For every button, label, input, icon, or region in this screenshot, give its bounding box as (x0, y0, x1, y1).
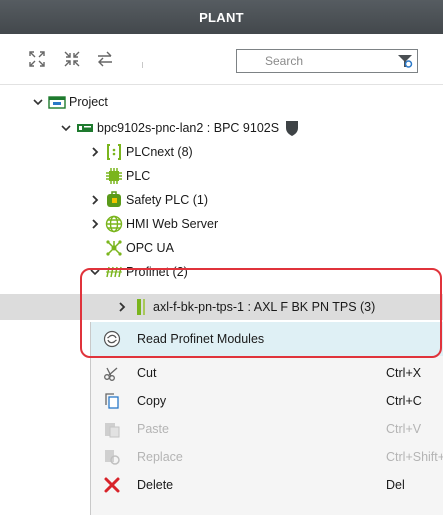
network-node-icon (106, 240, 122, 256)
plant-panel-header: PLANT (0, 0, 443, 34)
scissors-icon (104, 367, 118, 381)
bus-coupler-icon (137, 299, 145, 315)
tree-label: Safety PLC (1) (126, 193, 208, 207)
plc-chip-icon (106, 168, 122, 184)
controller-device-icon (77, 124, 93, 132)
chevron-down-icon[interactable] (60, 122, 72, 134)
menu-item-paste[interactable]: Paste Ctrl+V (91, 415, 443, 443)
search-input[interactable]: Search (236, 49, 418, 73)
menu-item-label: Cut (137, 366, 157, 380)
chevron-down-icon[interactable] (32, 96, 44, 108)
menu-item-label: Delete (137, 478, 174, 492)
tree-item-profinet[interactable]: Profinet (2) (89, 262, 188, 282)
paste-icon (105, 423, 120, 438)
menu-item-copy[interactable]: Copy Ctrl+C (91, 387, 443, 415)
globe-icon (105, 215, 123, 233)
tree-toolbar: Search (0, 34, 443, 85)
tree-label: PLC (126, 169, 151, 183)
menu-item-shortcut: Ctrl+C (386, 394, 422, 408)
sync-icon[interactable] (96, 50, 114, 68)
chevron-right-icon[interactable] (116, 301, 128, 313)
menu-item-delete[interactable]: Delete Del (91, 471, 443, 499)
read-profinet-icon (103, 330, 121, 348)
delete-icon (104, 477, 120, 493)
collapse-all-icon[interactable] (63, 50, 81, 68)
menu-item-shortcut: Ctrl+V (386, 422, 422, 436)
tree-label: bpc9102s-pnc-lan2 : BPC 9102S (97, 121, 280, 135)
menu-item-shortcut: Ctrl+Shift+R (386, 450, 443, 464)
replace-icon (105, 450, 120, 465)
plcnext-icon (107, 144, 121, 160)
tree-item-hmi-web-server[interactable]: HMI Web Server (89, 214, 218, 234)
tree-item-plc[interactable]: PLC (105, 166, 150, 186)
shield-icon (286, 121, 299, 136)
panel-title: PLANT (199, 9, 244, 25)
menu-item-replace[interactable]: Replace Ctrl+Shift+R (91, 443, 443, 471)
tree-label: Project (69, 95, 108, 109)
menu-item-read-profinet-modules[interactable]: Read Profinet Modules (91, 322, 443, 356)
toolbar-dropdown-marker[interactable] (142, 62, 147, 68)
search-placeholder: Search (265, 54, 304, 68)
tree-label: OPC UA (126, 241, 174, 255)
tree-item-opc-ua[interactable]: OPC UA (105, 238, 174, 258)
menu-item-shortcut: Ctrl+X (386, 366, 422, 380)
menu-item-shortcut: Del (386, 478, 405, 492)
chevron-right-icon[interactable] (89, 218, 101, 230)
tree-item-axl-f-bk[interactable]: axl-f-bk-pn-tps-1 : AXL F BK PN TPS (3) (116, 297, 375, 317)
menu-item-label: Copy (137, 394, 167, 408)
menu-item-cut[interactable]: Cut Ctrl+X (91, 359, 443, 387)
expand-all-icon[interactable] (28, 50, 46, 68)
chevron-right-icon[interactable] (89, 194, 101, 206)
menu-item-label: Replace (137, 450, 183, 464)
project-folder-icon (48, 96, 66, 109)
chevron-right-icon[interactable] (89, 146, 101, 158)
tree-item-plcnext[interactable]: PLCnext (8) (89, 142, 193, 162)
tree-item-project[interactable]: Project (32, 92, 108, 112)
safety-plc-icon (107, 191, 121, 207)
profinet-icon (106, 266, 122, 278)
filter-icon[interactable] (397, 53, 413, 69)
tree-item-device[interactable]: bpc9102s-pnc-lan2 : BPC 9102S (60, 118, 299, 138)
tree-label: HMI Web Server (126, 217, 219, 231)
chevron-down-icon[interactable] (89, 266, 101, 278)
copy-icon (105, 393, 119, 409)
tree-label: axl-f-bk-pn-tps-1 : AXL F BK PN TPS (3) (153, 300, 376, 314)
menu-item-label: Read Profinet Modules (137, 332, 265, 346)
selected-row[interactable]: axl-f-bk-pn-tps-1 : AXL F BK PN TPS (3) (0, 294, 443, 320)
tree-label: Profinet (2) (126, 265, 188, 279)
tree-item-safety-plc[interactable]: Safety PLC (1) (89, 190, 208, 210)
tree-label: PLCnext (8) (126, 145, 193, 159)
menu-item-label: Paste (137, 422, 169, 436)
context-menu: Read Profinet Modules Cut Ctrl+X Copy Ct… (90, 322, 443, 515)
